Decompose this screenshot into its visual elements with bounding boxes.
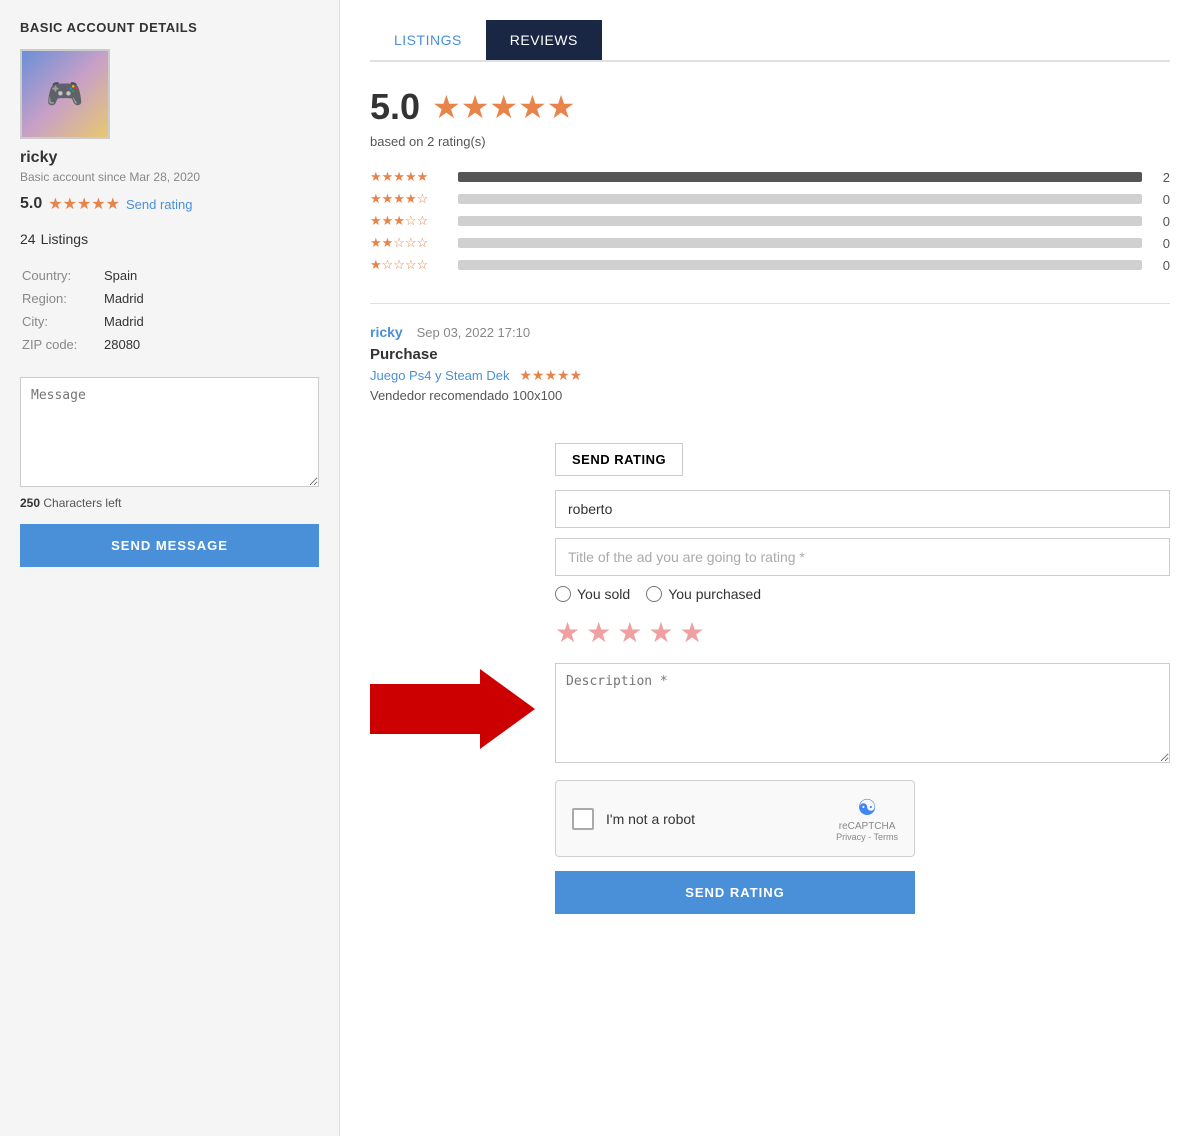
send-rating-header-button[interactable]: SEND RATING [555, 443, 683, 476]
bar-track-5 [458, 172, 1142, 182]
bar-fill-5 [458, 172, 1142, 182]
radio-sold-label[interactable]: You sold [555, 586, 630, 602]
bar-track-4 [458, 194, 1142, 204]
radio-sold[interactable] [555, 586, 571, 602]
radio-row: You sold You purchased [555, 586, 1170, 602]
bar-count-3: 0 [1150, 214, 1170, 229]
bar-row-4: ★★★★☆ 0 [370, 191, 1170, 207]
arrow-body [370, 684, 480, 734]
send-rating-area: SEND RATING You sold You purchased ★ [370, 423, 1170, 914]
send-rating-form: SEND RATING You sold You purchased ★ [555, 443, 1170, 914]
recaptcha-logo: ☯ [857, 795, 877, 821]
main-content: LISTINGS REVIEWS 5.0 ★★★★★ based on 2 ra… [340, 0, 1200, 1136]
bar-count-4: 0 [1150, 192, 1170, 207]
bar-row-1: ★☆☆☆☆ 0 [370, 257, 1170, 273]
bar-count-2: 0 [1150, 236, 1170, 251]
region-label: Region: [22, 288, 102, 309]
bar-count-5: 2 [1150, 170, 1170, 185]
sidebar-title: BASIC ACCOUNT DETAILS [20, 20, 319, 35]
review-text: Vendedor recomendado 100x100 [370, 388, 1170, 403]
user-rating-stars: ★★★★★ [48, 194, 120, 214]
bar-row-5: ★★★★★ 2 [370, 169, 1170, 185]
bar-track-1 [458, 260, 1142, 270]
captcha-links: Privacy - Terms [836, 832, 898, 842]
rating-summary: 5.0 ★★★★★ [370, 86, 1170, 128]
star-1[interactable]: ★ [555, 616, 580, 649]
review-date: Sep 03, 2022 17:10 [417, 325, 531, 340]
username: ricky [20, 149, 319, 167]
user-rating-score: 5.0 [20, 195, 42, 213]
bar-stars-1: ★☆☆☆☆ [370, 257, 450, 273]
captcha-text: I'm not a robot [606, 811, 695, 827]
country-label: Country: [22, 265, 102, 286]
captcha-box: I'm not a robot ☯ reCAPTCHA Privacy - Te… [555, 780, 915, 857]
bar-track-2 [458, 238, 1142, 248]
bar-stars-5: ★★★★★ [370, 169, 450, 185]
star-3[interactable]: ★ [617, 616, 642, 649]
reviewer-name: ricky [370, 324, 403, 340]
radio-purchased-text: You purchased [668, 586, 761, 602]
listings-count: 24 Listings [20, 228, 319, 249]
arrow-container [370, 423, 535, 914]
star-2[interactable]: ★ [586, 616, 611, 649]
zip-value: 28080 [104, 334, 317, 355]
avatar: 🎮 [20, 49, 110, 139]
radio-purchased-label[interactable]: You purchased [646, 586, 761, 602]
chars-left: 250 Characters left [20, 496, 319, 510]
red-arrow-group [370, 669, 535, 749]
send-rating-link[interactable]: Send rating [126, 197, 193, 212]
radio-purchased[interactable] [646, 586, 662, 602]
send-message-button[interactable]: SEND MESSAGE [20, 524, 319, 567]
captcha-right: ☯ reCAPTCHA Privacy - Terms [836, 795, 898, 842]
big-score: 5.0 [370, 86, 420, 128]
review-type: Purchase [370, 346, 1170, 363]
tabs: LISTINGS REVIEWS [370, 20, 1170, 62]
radio-sold-text: You sold [577, 586, 630, 602]
captcha-brand: reCAPTCHA [839, 821, 896, 832]
review-listing: Juego Ps4 y Steam Dek [370, 368, 509, 383]
bar-stars-4: ★★★★☆ [370, 191, 450, 207]
star-bars: ★★★★★ 2 ★★★★☆ 0 ★★★☆☆ 0 [370, 169, 1170, 273]
star-4[interactable]: ★ [648, 616, 673, 649]
sidebar: BASIC ACCOUNT DETAILS 🎮 ricky Basic acco… [0, 0, 340, 1136]
info-table: Country: Spain Region: Madrid City: Madr… [20, 263, 319, 357]
bar-count-1: 0 [1150, 258, 1170, 273]
tab-listings[interactable]: LISTINGS [370, 20, 486, 60]
star-rating-input[interactable]: ★ ★ ★ ★ ★ [555, 616, 1170, 649]
bar-stars-2: ★★☆☆☆ [370, 235, 450, 251]
bar-row-3: ★★★☆☆ 0 [370, 213, 1170, 229]
star-5[interactable]: ★ [679, 616, 704, 649]
big-stars: ★★★★★ [432, 88, 575, 126]
arrow-head [480, 669, 535, 749]
region-value: Madrid [104, 288, 317, 309]
review-header: ricky Sep 03, 2022 17:10 [370, 324, 1170, 340]
user-rating-row: 5.0 ★★★★★ Send rating [20, 194, 319, 214]
bar-row-2: ★★☆☆☆ 0 [370, 235, 1170, 251]
country-value: Spain [104, 265, 317, 286]
captcha-checkbox[interactable] [572, 808, 594, 830]
captcha-left: I'm not a robot [572, 808, 695, 830]
city-label: City: [22, 311, 102, 332]
based-on: based on 2 rating(s) [370, 134, 1170, 149]
zip-label: ZIP code: [22, 334, 102, 355]
tab-reviews[interactable]: REVIEWS [486, 20, 602, 60]
title-input[interactable] [555, 538, 1170, 576]
city-value: Madrid [104, 311, 317, 332]
review-listing-stars: ★★★★★ [519, 367, 582, 383]
username-input[interactable] [555, 490, 1170, 528]
send-rating-button[interactable]: SEND RATING [555, 871, 915, 914]
description-textarea[interactable] [555, 663, 1170, 763]
message-textarea[interactable] [20, 377, 319, 487]
account-since: Basic account since Mar 28, 2020 [20, 170, 319, 184]
bar-track-3 [458, 216, 1142, 226]
review-listing-row: Juego Ps4 y Steam Dek ★★★★★ [370, 367, 1170, 384]
bar-stars-3: ★★★☆☆ [370, 213, 450, 229]
review-section: ricky Sep 03, 2022 17:10 Purchase Juego … [370, 303, 1170, 403]
